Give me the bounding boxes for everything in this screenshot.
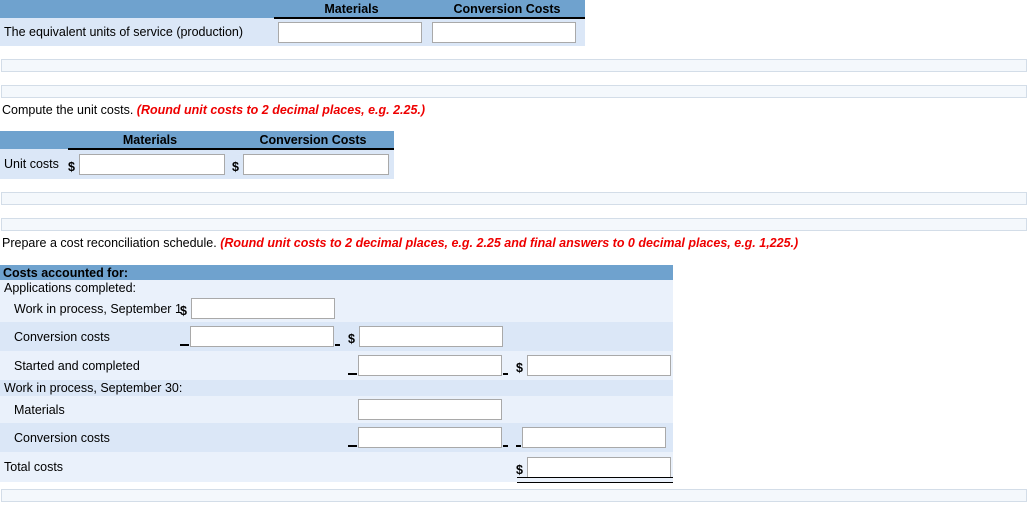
wip-materials-input[interactable] <box>358 399 502 420</box>
unit-costs-prompt-text: Compute the unit costs. <box>2 103 137 117</box>
currency-symbol: $ <box>180 304 187 318</box>
divider-strip-5 <box>1 489 1027 502</box>
cell-empty <box>516 396 673 423</box>
cell-conversion-completed-col1 <box>180 322 348 351</box>
cell-conversion-wip-col2 <box>348 423 516 452</box>
row-label-applications-completed: Applications completed: <box>4 280 137 295</box>
unit-costs-prompt: Compute the unit costs. (Round unit cost… <box>2 103 425 117</box>
table-header-row: Materials Conversion Costs <box>0 0 585 19</box>
table-row: Started and completed $ <box>0 351 674 380</box>
cell-empty <box>516 322 673 351</box>
column-header-conversion-costs: Conversion Costs <box>232 131 394 150</box>
cell-empty <box>180 423 348 452</box>
equivalent-units-section: Materials Conversion Costs The equivalen… <box>0 0 585 46</box>
unit-costs-table: Materials Conversion Costs Unit costs $ … <box>0 131 394 179</box>
cell-empty <box>180 396 348 423</box>
divider-strip-4 <box>1 218 1027 231</box>
currency-symbol: $ <box>232 160 239 174</box>
unit-costs-conversion-input[interactable] <box>243 154 389 175</box>
header-spacer <box>0 0 274 18</box>
row-label-started-and-completed: Started and completed <box>14 358 140 373</box>
equivalent-units-table: Materials Conversion Costs The equivalen… <box>0 0 585 46</box>
wip-conversion-costs-total-input[interactable] <box>522 427 666 448</box>
row-label-equivalent-units: The equivalent units of service (product… <box>4 25 244 39</box>
cost-reconciliation-section: Costs accounted for: Applications comple… <box>0 265 674 482</box>
table-row: Applications completed: <box>0 280 674 295</box>
cell-wip-sept1-col1: $ <box>180 295 348 322</box>
cell-started-completed-col3: $ <box>516 351 673 380</box>
unit-costs-prompt-hint: (Round unit costs to 2 decimal places, e… <box>136 103 426 117</box>
cell-empty <box>180 351 348 380</box>
wip-conversion-costs-input[interactable] <box>358 427 502 448</box>
column-header-conversion-costs: Conversion Costs <box>429 0 585 19</box>
currency-symbol: $ <box>516 361 523 375</box>
row-label-wip-september-30: Work in process, September 30: <box>4 381 183 395</box>
cell-started-completed-col2 <box>348 351 516 380</box>
equivalent-units-materials-input[interactable] <box>278 22 422 43</box>
row-label-conversion-costs-completed: Conversion costs <box>14 329 110 344</box>
row-label-materials: Materials <box>14 402 65 417</box>
row-label-total-costs: Total costs <box>4 460 64 474</box>
table-row: The equivalent units of service (product… <box>0 18 585 46</box>
currency-symbol: $ <box>348 332 355 346</box>
cell-empty <box>516 295 673 322</box>
total-costs-input[interactable] <box>527 456 671 478</box>
table-row: Work in process, September 30: <box>0 380 674 396</box>
row-label-wip-september-1: Work in process, September 1 <box>14 301 182 316</box>
table-header-row: Materials Conversion Costs <box>0 131 394 150</box>
subtotal-rule-right <box>335 344 340 346</box>
unit-costs-section: Materials Conversion Costs Unit costs $ … <box>0 131 394 179</box>
subtotal-rule-left <box>348 373 357 375</box>
divider-strip-2 <box>1 85 1027 98</box>
cell-empty <box>180 452 348 482</box>
table-row: Conversion costs <box>0 423 674 452</box>
started-and-completed-total-input[interactable] <box>527 355 671 376</box>
cell-conversion-wip-col3 <box>516 423 673 452</box>
currency-symbol: $ <box>68 160 75 174</box>
started-and-completed-input[interactable] <box>358 355 502 376</box>
wip-september-1-input[interactable] <box>191 298 335 319</box>
cell-conversion-costs <box>429 18 585 46</box>
row-label-conversion-costs-wip: Conversion costs <box>14 430 110 445</box>
reconciliation-prompt-text: Prepare a cost reconciliation schedule. <box>2 236 221 250</box>
table-row: Conversion costs $ <box>0 322 674 351</box>
reconciliation-prompt: Prepare a cost reconciliation schedule. … <box>2 236 798 250</box>
subtotal-rule-left <box>180 344 189 346</box>
conversion-costs-completed-total-input[interactable] <box>359 326 503 347</box>
currency-symbol: $ <box>516 462 523 477</box>
equivalent-units-conversion-input[interactable] <box>432 22 576 43</box>
section-title-costs-accounted-for: Costs accounted for: <box>0 265 674 280</box>
subtotal-rule-left <box>516 445 521 447</box>
table-row: Work in process, September 1 $ <box>0 295 674 322</box>
cell-empty <box>348 452 516 482</box>
conversion-costs-completed-input[interactable] <box>190 326 334 347</box>
column-header-materials: Materials <box>274 0 429 19</box>
cell-conversion-completed-col2: $ <box>348 322 516 351</box>
cell-unit-cost-materials: $ <box>68 149 232 179</box>
subtotal-rule-right <box>503 373 508 375</box>
section-title-row: Costs accounted for: <box>0 265 674 280</box>
cell-empty <box>348 295 516 322</box>
column-header-materials: Materials <box>68 131 232 150</box>
cost-reconciliation-table: Costs accounted for: Applications comple… <box>0 265 674 482</box>
subtotal-rule-right <box>503 445 508 447</box>
table-row: Unit costs $ $ <box>0 149 394 179</box>
row-label-unit-costs: Unit costs <box>4 157 59 171</box>
divider-strip-3 <box>1 192 1027 205</box>
header-spacer <box>0 131 68 149</box>
subtotal-rule-left <box>348 445 357 447</box>
table-row: Materials <box>0 396 674 423</box>
cell-materials-col2 <box>348 396 516 423</box>
cell-materials <box>274 18 429 46</box>
total-costs-double-rule <box>517 477 673 483</box>
divider-strip-1 <box>1 59 1027 72</box>
reconciliation-prompt-hint: (Round unit costs to 2 decimal places, e… <box>220 236 799 250</box>
unit-costs-materials-input[interactable] <box>79 154 225 175</box>
cell-unit-cost-conversion: $ <box>232 149 394 179</box>
